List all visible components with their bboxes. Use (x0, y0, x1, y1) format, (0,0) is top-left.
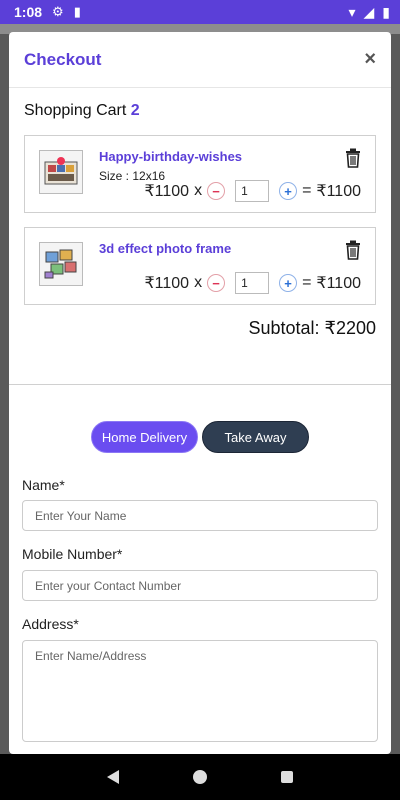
increase-qty-button[interactable]: + (279, 274, 298, 292)
address-label: Address* (22, 616, 79, 632)
signal-icon: ◢ (363, 3, 375, 20)
unit-price: ₹1100 (144, 275, 190, 292)
status-time: 1:08 (14, 4, 43, 20)
name-input[interactable]: Enter Your Name (22, 500, 378, 531)
trash-icon[interactable] (345, 148, 361, 168)
price-row: ₹1100 x − 1 + = ₹1100 (144, 180, 361, 202)
mobile-label: Mobile Number* (22, 546, 123, 562)
item-name[interactable]: Happy-birthday-wishes (99, 149, 242, 164)
birthday-frame-image (44, 157, 78, 185)
subtotal: Subtotal: ₹2200 (248, 318, 376, 338)
cart-item: Happy-birthday-wishes Size : 12x16 ₹1100… (24, 135, 376, 213)
cart-title-label: Shopping Cart (24, 102, 127, 119)
decrease-qty-button[interactable]: − (207, 274, 226, 292)
modal-header: Checkout × (9, 32, 391, 88)
product-thumbnail[interactable] (39, 242, 83, 286)
system-nav-bar (0, 754, 400, 800)
address-textarea[interactable]: Enter Name/Address (22, 640, 378, 742)
quantity-input[interactable]: 1 (235, 180, 270, 202)
product-thumbnail[interactable] (39, 150, 83, 194)
decrease-qty-button[interactable]: − (207, 182, 226, 200)
sd-card-icon: ▮ (73, 4, 81, 19)
take-away-button[interactable]: Take Away (202, 421, 309, 453)
quantity-input[interactable]: 1 (235, 272, 270, 294)
cart-item: 3d effect photo frame ₹1100 x − 1 + = ₹1… (24, 227, 376, 305)
cart-count: 2 (130, 102, 140, 119)
wifi-icon: ▾ (348, 3, 356, 20)
gear-icon: ⚙ (52, 4, 64, 19)
line-total: ₹1100 (316, 275, 361, 292)
item-name[interactable]: 3d effect photo frame (99, 241, 231, 256)
cart-title: Shopping Cart 2 (24, 102, 140, 120)
home-delivery-button[interactable]: Home Delivery (91, 421, 198, 453)
price-row: ₹1100 x − 1 + = ₹1100 (144, 272, 361, 294)
photo-frame-image (44, 249, 77, 279)
equals-sign: = (302, 182, 312, 199)
multiply-sign: x (194, 182, 203, 199)
mobile-input[interactable]: Enter your Contact Number (22, 570, 378, 601)
line-total: ₹1100 (316, 183, 361, 200)
multiply-sign: x (194, 274, 203, 291)
increase-qty-button[interactable]: + (279, 182, 298, 200)
modal-title: Checkout (24, 49, 102, 69)
close-button[interactable]: × (364, 48, 376, 71)
home-icon[interactable] (193, 770, 207, 784)
trash-icon[interactable] (345, 240, 361, 260)
divider (9, 384, 391, 385)
back-icon[interactable] (107, 770, 119, 784)
delivery-toggle: Home Delivery Take Away (91, 421, 309, 453)
equals-sign: = (302, 274, 312, 291)
recent-apps-icon[interactable] (281, 771, 293, 783)
battery-icon: ▮ (382, 3, 390, 20)
checkout-modal: Checkout × Shopping Cart 2 Happy-birthda… (9, 32, 391, 754)
name-label: Name* (22, 477, 65, 493)
unit-price: ₹1100 (144, 183, 190, 200)
status-bar: 1:08 ⚙ ▮ ▾ ◢ ▮ (0, 0, 400, 24)
